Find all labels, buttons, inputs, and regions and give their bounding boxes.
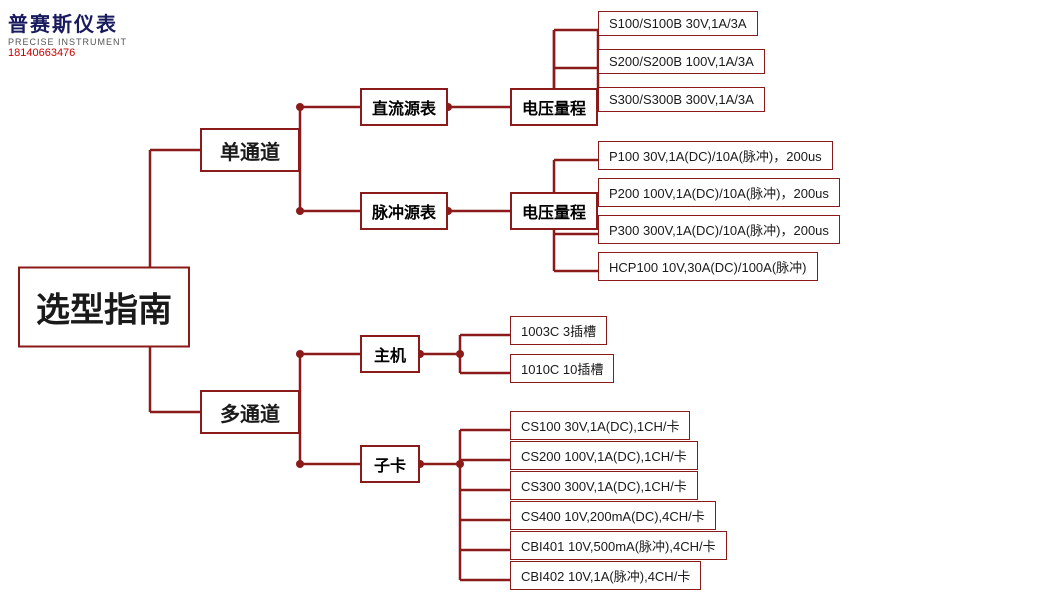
- leaf-mainframe-1: 1010C 10插槽: [510, 354, 614, 383]
- leaf-subcard-5: CBI402 10V,1A(脉冲),4CH/卡: [510, 561, 701, 590]
- leaf-subcard-3-text: CS400 10V,200mA(DC),4CH/卡: [521, 506, 705, 525]
- node-mainframe: 主机: [360, 335, 420, 373]
- leaf-subcard-2-text: CS300 300V,1A(DC),1CH/卡: [521, 476, 687, 495]
- leaf-pulse-3: HCP100 10V,30A(DC)/100A(脉冲): [598, 252, 818, 281]
- leaf-subcard-1-text: CS200 100V,1A(DC),1CH/卡: [521, 446, 687, 465]
- leaf-mainframe-0: 1003C 3插槽: [510, 316, 607, 345]
- leaf-subcard-2: CS300 300V,1A(DC),1CH/卡: [510, 471, 698, 500]
- leaf-subcard-4-text: CBI401 10V,500mA(脉冲),4CH/卡: [521, 536, 716, 555]
- leaf-subcard-0-text: CS100 30V,1A(DC),1CH/卡: [521, 416, 679, 435]
- node-subcard: 子卡: [360, 445, 420, 483]
- leaf-pulse-3-text: HCP100 10V,30A(DC)/100A(脉冲): [609, 257, 807, 276]
- leaf-dc-2-text: S300/S300B 300V,1A/3A: [609, 92, 754, 107]
- leaf-dc-2: S300/S300B 300V,1A/3A: [598, 87, 765, 112]
- node-pulse-voltage: 电压量程: [510, 192, 598, 230]
- logo-phone: 18140663476: [8, 47, 148, 59]
- node-dc-voltage: 电压量程: [510, 88, 598, 126]
- leaf-subcard-4: CBI401 10V,500mA(脉冲),4CH/卡: [510, 531, 727, 560]
- node-pulse-source: 脉冲源表: [360, 192, 448, 230]
- leaf-pulse-2-text: P300 300V,1A(DC)/10A(脉冲)，200us: [609, 220, 829, 239]
- leaf-dc-1: S200/S200B 100V,1A/3A: [598, 49, 765, 74]
- logo-area: 普赛斯仪表 PRECISE INSTRUMENT 18140663476: [8, 8, 148, 59]
- leaf-subcard-1: CS200 100V,1A(DC),1CH/卡: [510, 441, 698, 470]
- main-title: 选型指南: [18, 266, 190, 347]
- leaf-pulse-1: P200 100V,1A(DC)/10A(脉冲)，200us: [598, 178, 840, 207]
- leaf-subcard-3: CS400 10V,200mA(DC),4CH/卡: [510, 501, 716, 530]
- page-container: 普赛斯仪表 PRECISE INSTRUMENT 18140663476: [0, 0, 1053, 613]
- leaf-dc-0: S100/S100B 30V,1A/3A: [598, 11, 758, 36]
- leaf-subcard-0: CS100 30V,1A(DC),1CH/卡: [510, 411, 690, 440]
- node-dc-source: 直流源表: [360, 88, 448, 126]
- leaf-pulse-2: P300 300V,1A(DC)/10A(脉冲)，200us: [598, 215, 840, 244]
- node-multi-channel: 多通道: [200, 390, 300, 434]
- leaf-pulse-0-text: P100 30V,1A(DC)/10A(脉冲)，200us: [609, 146, 822, 165]
- leaf-mainframe-0-text: 1003C 3插槽: [521, 321, 596, 340]
- leaf-dc-0-text: S100/S100B 30V,1A/3A: [609, 16, 747, 31]
- leaf-subcard-5-text: CBI402 10V,1A(脉冲),4CH/卡: [521, 566, 690, 585]
- leaf-pulse-0: P100 30V,1A(DC)/10A(脉冲)，200us: [598, 141, 833, 170]
- logo-en: PRECISE INSTRUMENT: [8, 37, 148, 47]
- logo-cn: 普赛斯仪表: [8, 8, 148, 37]
- node-single-channel: 单通道: [200, 128, 300, 172]
- leaf-dc-1-text: S200/S200B 100V,1A/3A: [609, 54, 754, 69]
- leaf-mainframe-1-text: 1010C 10插槽: [521, 359, 603, 378]
- leaf-pulse-1-text: P200 100V,1A(DC)/10A(脉冲)，200us: [609, 183, 829, 202]
